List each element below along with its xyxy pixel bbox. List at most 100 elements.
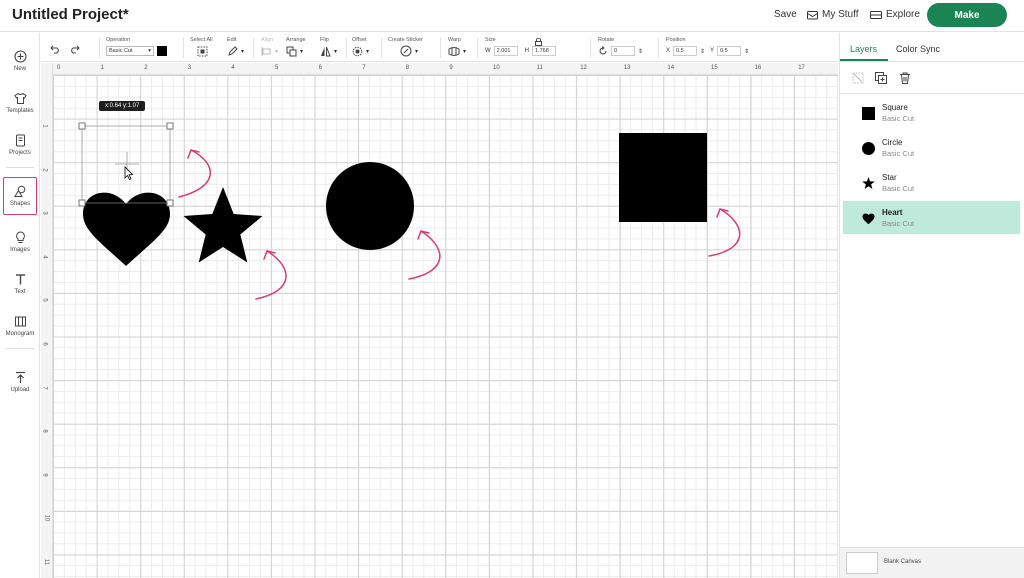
tab-layers[interactable]: Layers: [850, 44, 877, 54]
offset-label: Offset: [352, 37, 367, 43]
my-stuff-icon: [807, 10, 818, 19]
project-title[interactable]: Untitled Project*: [12, 6, 129, 23]
layer-name: Star: [882, 173, 897, 182]
undo-redo-group: [50, 37, 80, 59]
select-all-label: Select All: [190, 37, 213, 43]
explore-link[interactable]: Explore: [870, 9, 920, 20]
edit-group[interactable]: Edit ▾: [227, 37, 253, 59]
shirt-icon: [13, 92, 27, 104]
square-shape[interactable]: [619, 133, 707, 222]
save-label: Save: [774, 9, 797, 20]
layer-item-circle[interactable]: Circle Basic Cut: [843, 131, 1020, 164]
layer-item-star[interactable]: Star Basic Cut: [843, 166, 1020, 199]
offset-group[interactable]: Offset ▾: [352, 37, 380, 59]
align-label: Align: [261, 37, 274, 43]
flip-label: Flip: [320, 37, 329, 43]
star-icon: [862, 177, 875, 189]
x-input[interactable]: 0.5: [673, 46, 698, 56]
heart-shape[interactable]: [83, 192, 170, 266]
color-swatch[interactable]: [157, 46, 167, 56]
selection-handle[interactable]: [166, 122, 174, 130]
layer-name: Heart: [882, 208, 903, 217]
layer-item-square[interactable]: Square Basic Cut: [843, 96, 1020, 129]
height-input[interactable]: 1.768: [532, 46, 557, 56]
toolbar-separator: [253, 38, 254, 58]
star-shape[interactable]: [183, 187, 263, 263]
make-button[interactable]: Make: [927, 3, 1007, 27]
select-all-icon: [197, 46, 208, 56]
annotation-arrow: [255, 250, 287, 300]
sidebar-item-upload[interactable]: Upload: [3, 363, 37, 401]
sidebar-item-text[interactable]: Text: [3, 265, 37, 303]
y-input[interactable]: 0.5: [717, 46, 742, 56]
position-group: Position X 0.5 ⇕ Y 0.5 ⇕: [666, 37, 776, 59]
redo-icon[interactable]: [69, 45, 80, 54]
chevron-down-icon: ▾: [415, 48, 419, 55]
my-stuff-link[interactable]: My Stuff: [807, 9, 859, 20]
sidebar-label-text: Text: [14, 289, 26, 295]
projects-icon: [15, 134, 25, 147]
flip-group[interactable]: Flip ▾: [320, 37, 344, 59]
blank-canvas-row[interactable]: Blank Canvas: [840, 547, 1024, 578]
select-all-group[interactable]: Select All: [190, 37, 220, 59]
stepper-icon[interactable]: ⇕: [744, 48, 749, 55]
square-icon: [862, 107, 875, 120]
operation-select[interactable]: Basic Cut ▾: [106, 46, 154, 56]
chevron-down-icon: ▾: [300, 48, 304, 55]
sticker-icon: [400, 45, 412, 57]
chevron-down-icon: ▾: [366, 48, 370, 55]
pen-icon: [228, 45, 238, 56]
selection-handle[interactable]: [78, 199, 86, 207]
selection-box: [81, 125, 171, 204]
operation-label: Operation: [106, 37, 131, 43]
sidebar-item-monogram[interactable]: Monogram: [3, 307, 37, 345]
stepper-icon[interactable]: ⇕: [700, 48, 705, 55]
chevron-down-icon: ▾: [334, 48, 338, 55]
circle-shape[interactable]: [326, 162, 414, 250]
sidebar-item-new[interactable]: New: [3, 42, 37, 80]
monogram-icon: [14, 316, 26, 327]
width-input[interactable]: 2.001: [493, 46, 518, 56]
layer-name: Square: [882, 103, 908, 112]
my-stuff-label: My Stuff: [822, 9, 859, 20]
upload-icon: [15, 371, 25, 383]
layer-item-heart[interactable]: Heart Basic Cut: [843, 201, 1020, 234]
arrange-label: Arrange: [286, 37, 306, 43]
align-group[interactable]: Align ▾: [261, 37, 283, 59]
sidebar-item-images[interactable]: Images: [3, 223, 37, 261]
chevron-down-icon: ▾: [241, 48, 245, 55]
chevron-down-icon: ▾: [463, 48, 467, 55]
text-icon: [15, 274, 25, 285]
rotate-icon: [599, 46, 607, 55]
rotate-input[interactable]: 0: [611, 46, 635, 56]
arrange-icon: [286, 46, 297, 56]
selection-handle[interactable]: [166, 199, 174, 207]
create-sticker-group[interactable]: Create Sticker ▾: [388, 37, 438, 59]
duplicate-icon[interactable]: [874, 71, 888, 85]
sidebar-item-templates[interactable]: Templates: [3, 84, 37, 122]
save-link[interactable]: Save: [774, 9, 797, 20]
app-header: Untitled Project* Save My Stuff Explore …: [0, 0, 1024, 32]
tab-divider: [840, 61, 1024, 62]
arrange-group[interactable]: Arrange ▾: [286, 37, 316, 59]
selection-handle[interactable]: [78, 122, 86, 130]
undo-icon[interactable]: [50, 45, 61, 54]
sidebar-item-shapes[interactable]: Shapes: [3, 177, 37, 215]
warp-group[interactable]: Warp ▾: [448, 37, 474, 59]
ungroup-icon[interactable]: [851, 71, 865, 85]
position-tooltip: x:0.64 y:1.07: [99, 101, 146, 111]
tab-color-sync[interactable]: Color Sync: [896, 44, 940, 54]
sidebar-item-projects[interactable]: Projects: [3, 126, 37, 164]
warp-icon: [448, 46, 460, 56]
sidebar-label-monogram: Monogram: [5, 331, 35, 337]
operation-value: Basic Cut: [109, 48, 133, 54]
trash-icon[interactable]: [898, 71, 912, 85]
stepper-icon[interactable]: ⇕: [638, 48, 643, 55]
rotate-label: Rotate: [598, 37, 615, 43]
toolbar-separator: [346, 38, 347, 58]
sidebar-label-projects: Projects: [9, 150, 31, 156]
design-canvas[interactable]: 0 1 2 3 4 5 6 7 8 9 10 11 12 13 14 15 16 17 1 2 3 4 5 6 7 8 9 10 11: [41, 63, 838, 578]
layer-operation: Basic Cut: [882, 149, 915, 158]
toolbar-separator: [658, 38, 659, 58]
sidebar-label-shapes: Shapes: [9, 201, 31, 207]
